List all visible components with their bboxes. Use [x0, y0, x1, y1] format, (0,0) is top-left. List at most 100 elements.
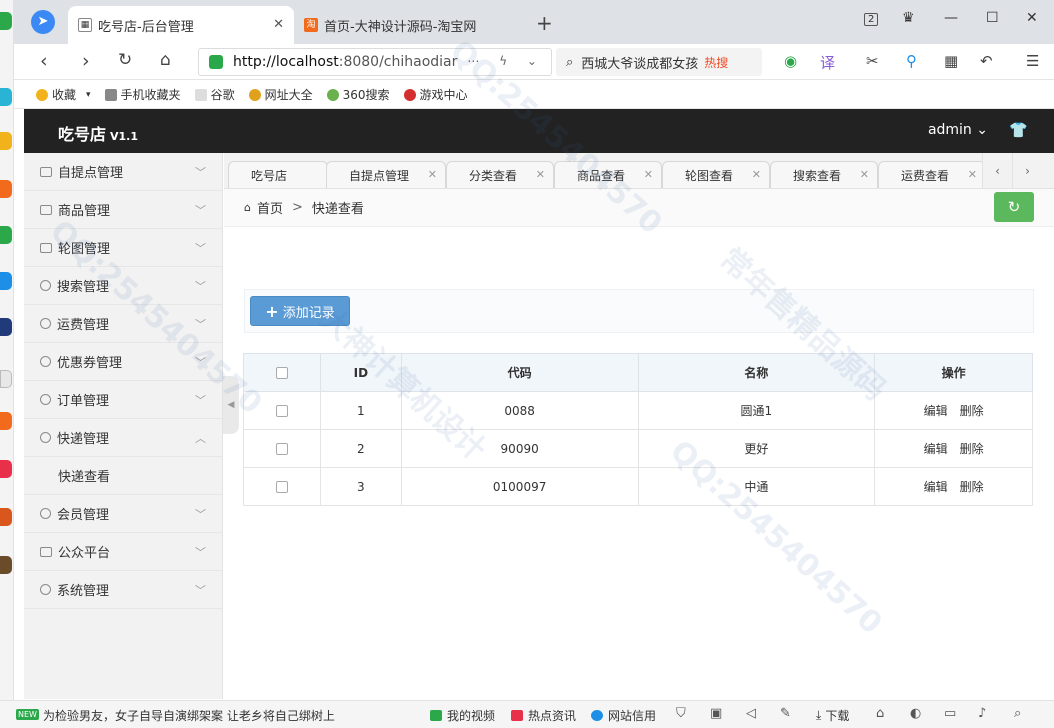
undo-icon[interactable]: ↶	[980, 52, 993, 70]
edit-link[interactable]: 编辑	[924, 442, 948, 456]
add-record-button[interactable]: + 添加记录	[250, 296, 350, 326]
shield-icon[interactable]: ⛉	[676, 706, 686, 721]
minimize-icon[interactable]: —	[944, 10, 958, 26]
translate-icon[interactable]: 译	[820, 52, 835, 73]
sidebar-item-express[interactable]: 快递管理 ︿	[24, 419, 222, 457]
magnifier-icon[interactable]: ⚲	[906, 52, 917, 70]
app-strip-icon[interactable]	[0, 556, 12, 574]
sidebar-item-shipping[interactable]: 运费管理 ﹀	[24, 305, 222, 343]
edit-link[interactable]: 编辑	[924, 404, 948, 418]
close-tab-icon[interactable]: ✕	[644, 168, 653, 181]
news-ticker[interactable]: 为检验男友，女子自导自演绑架案 让老乡将自己绑树上	[43, 707, 335, 724]
maximize-icon[interactable]: ☐	[986, 10, 999, 26]
sidebar-item-members[interactable]: 会员管理 ﹀	[24, 495, 222, 533]
page-tab[interactable]: 分类查看 ✕	[446, 161, 554, 188]
car-icon[interactable]: ⌂	[876, 706, 884, 721]
close-tab-icon[interactable]: ✕	[536, 168, 545, 181]
home-icon[interactable]: ⌂	[160, 50, 171, 70]
bookmark-mobile[interactable]: 手机收藏夹	[104, 86, 181, 103]
bookmark-favorites[interactable]: 收藏 ▾	[36, 86, 91, 103]
tab-scroll-right-icon[interactable]: ›	[1012, 153, 1042, 188]
sound-icon[interactable]: ♪	[978, 706, 986, 721]
delete-link[interactable]: 删除	[960, 404, 984, 418]
url-input[interactable]: http://localhost:8080/chihaodiar ⋯ ϟ ⌄	[198, 48, 552, 76]
app-strip-icon[interactable]	[0, 132, 12, 150]
app-strip-icon[interactable]	[0, 508, 12, 526]
pin-icon[interactable]: ✎	[780, 706, 791, 721]
search-input[interactable]: ⌕ 西城大爷谈成都女孩 热搜	[556, 48, 762, 76]
app-strip-icon[interactable]	[0, 12, 12, 30]
sidebar-collapse-handle[interactable]: ◀	[223, 376, 239, 434]
user-menu[interactable]: admin ⌄	[928, 122, 988, 138]
sidebar-item-pickup[interactable]: 自提点管理 ﹀	[24, 153, 222, 191]
window-icon[interactable]: ▭	[944, 706, 956, 721]
delete-link[interactable]: 删除	[960, 442, 984, 456]
menu-icon[interactable]: ☰	[1026, 52, 1039, 70]
bookmark-games[interactable]: 游戏中心	[403, 86, 468, 103]
sidebar-item-search[interactable]: 搜索管理 ﹀	[24, 267, 222, 305]
page-tab-home[interactable]: 吃号店	[228, 161, 328, 188]
browser-tab[interactable]: 淘 首页-大神设计源码-淘宝网	[294, 6, 524, 44]
back-icon[interactable]: ‹	[40, 50, 48, 72]
app-strip-icon[interactable]	[0, 180, 12, 198]
refresh-button[interactable]: ↻	[994, 192, 1034, 222]
app-strip-icon[interactable]	[0, 412, 12, 430]
app-strip-icon[interactable]	[0, 226, 12, 244]
reload-icon[interactable]: ↻	[118, 50, 132, 70]
speaker-icon[interactable]: ◁	[746, 706, 756, 721]
bookmark-google[interactable]: 谷歌	[194, 86, 235, 103]
skin-icon[interactable]: ♛	[902, 10, 915, 26]
close-window-icon[interactable]: ✕	[1026, 10, 1038, 26]
page-tab[interactable]: 轮图查看 ✕	[662, 161, 770, 188]
new-tab-icon[interactable]: +	[536, 11, 553, 35]
page-tab[interactable]: 搜索查看 ✕	[770, 161, 878, 188]
browser-tab-active[interactable]: ▦ 吃号店-后台管理 ✕	[68, 6, 294, 44]
app-strip-icon[interactable]	[0, 460, 12, 478]
tab-scroll-left-icon[interactable]: ‹	[982, 153, 1012, 188]
page-tab[interactable]: 运费查看 ✕	[878, 161, 986, 188]
sidebar-item-system[interactable]: 系统管理 ﹀	[24, 571, 222, 609]
row-checkbox[interactable]	[275, 481, 288, 493]
sidebar-item-public-platform[interactable]: 公众平台 ﹀	[24, 533, 222, 571]
bookmark-360[interactable]: 360搜索	[326, 86, 390, 103]
theme-shirt-icon[interactable]: 👕	[1009, 121, 1028, 139]
edit-link[interactable]: 编辑	[924, 480, 948, 494]
app-strip-icon[interactable]	[0, 318, 12, 336]
hot-news[interactable]: 热点资讯	[511, 707, 576, 724]
row-checkbox[interactable]	[275, 405, 288, 417]
close-tab-icon[interactable]: ✕	[428, 168, 437, 181]
sidebar-subitem-express-view[interactable]: 快递查看	[24, 457, 222, 495]
downloads[interactable]: ⤓ 下载	[816, 707, 849, 724]
close-tab-icon[interactable]: ✕	[860, 168, 869, 181]
app-strip-icon[interactable]	[0, 370, 12, 388]
close-tab-icon[interactable]: ✕	[752, 168, 761, 181]
sidebar-item-products[interactable]: 商品管理 ﹀	[24, 191, 222, 229]
my-videos[interactable]: 我的视频	[430, 707, 495, 724]
row-checkbox[interactable]	[275, 443, 288, 455]
forward-icon[interactable]: ›	[82, 50, 90, 72]
image-icon[interactable]: ▣	[710, 706, 722, 721]
site-credit[interactable]: 网站信用	[591, 707, 656, 724]
select-all-checkbox[interactable]	[275, 367, 288, 379]
bookmark-sites[interactable]: 网址大全	[248, 86, 313, 103]
scissors-icon[interactable]: ✂	[866, 52, 879, 70]
close-tab-icon[interactable]: ✕	[273, 17, 284, 32]
app-logo[interactable]: 吃号店 V1.1	[58, 121, 138, 145]
page-tab[interactable]: 商品查看 ✕	[554, 161, 662, 188]
close-tab-icon[interactable]: ✕	[968, 168, 977, 181]
app-strip-icon[interactable]	[0, 272, 12, 290]
apps-grid-icon[interactable]: ▦	[944, 52, 958, 70]
breadcrumb-home[interactable]: 首页	[257, 198, 283, 217]
tab-count-badge[interactable]: 2	[864, 10, 879, 26]
delete-link[interactable]: 删除	[960, 480, 984, 494]
sidebar-item-orders[interactable]: 订单管理 ﹀	[24, 381, 222, 419]
zoom-icon[interactable]: ⌕	[1014, 706, 1021, 721]
url-actions-icon[interactable]: ⋯ ϟ ⌄	[467, 54, 545, 68]
sidebar-item-coupons[interactable]: 优惠券管理 ﹀	[24, 343, 222, 381]
browser-logo-icon[interactable]: ➤	[31, 10, 55, 34]
app-strip-icon[interactable]	[0, 88, 12, 106]
sidebar-item-carousel[interactable]: 轮图管理 ﹀	[24, 229, 222, 267]
extension-icon[interactable]: ◉	[784, 52, 797, 70]
page-tab[interactable]: 自提点管理 ✕	[326, 161, 446, 188]
browser-icon[interactable]: ◐	[910, 706, 921, 721]
